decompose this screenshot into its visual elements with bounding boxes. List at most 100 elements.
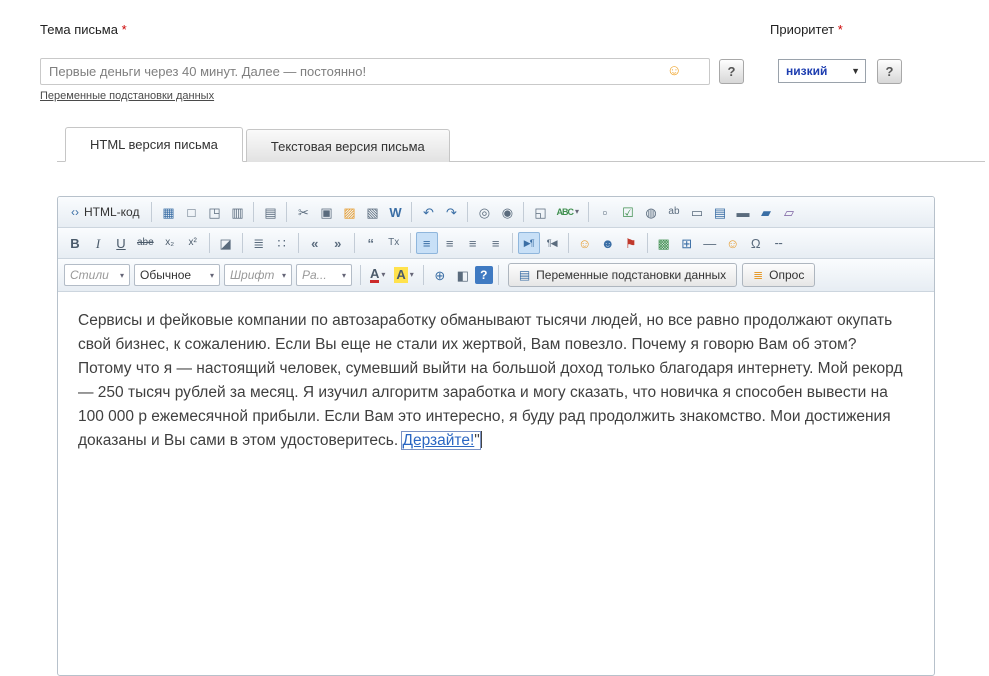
- format-dropdown[interactable]: Обычное ▾: [134, 264, 220, 286]
- image-button-field-button[interactable]: ▰: [755, 201, 777, 223]
- toolbar-separator: [208, 233, 210, 253]
- save-button[interactable]: ▦: [157, 201, 179, 223]
- copy-button[interactable]: ▣: [315, 201, 337, 223]
- required-asterisk: *: [121, 22, 127, 37]
- template-button[interactable]: ▤: [259, 201, 281, 223]
- toolbar-separator: [411, 202, 413, 222]
- insert-image-button[interactable]: ▩: [653, 232, 675, 254]
- spellcheck-label: ABC: [556, 206, 573, 217]
- align-right-button[interactable]: ≡: [462, 232, 484, 254]
- remove-format-eraser-button[interactable]: ◪: [215, 232, 237, 254]
- indent-button[interactable]: »: [327, 232, 349, 254]
- toolbar-separator: [497, 265, 499, 285]
- substitution-variables-icon: ▤: [518, 268, 531, 282]
- toolbar-separator: [646, 233, 648, 253]
- outdent-button[interactable]: «: [304, 232, 326, 254]
- priority-select[interactable]: низкий ▼: [778, 59, 866, 83]
- media-button[interactable]: ☻: [597, 232, 619, 254]
- text-color-button[interactable]: A ▾: [366, 264, 389, 286]
- subject-help-button[interactable]: ?: [719, 59, 744, 84]
- toolbar-separator: [467, 202, 469, 222]
- print-button[interactable]: ▥: [226, 201, 248, 223]
- undo-button[interactable]: ↶: [417, 201, 439, 223]
- priority-value: низкий: [786, 64, 828, 78]
- align-left-button[interactable]: ≡: [415, 232, 438, 254]
- paste-text-button[interactable]: ▧: [361, 201, 383, 223]
- underline-button[interactable]: U: [110, 232, 132, 254]
- smiley-button[interactable]: ☺: [722, 232, 744, 254]
- page-properties-button[interactable]: ◧: [452, 264, 474, 286]
- text-direction-rtl-button[interactable]: ¶◀: [541, 232, 563, 254]
- subscript-button[interactable]: x₂: [159, 232, 181, 254]
- chevron-down-icon: ▾: [574, 207, 579, 216]
- listbox-field-button[interactable]: ▤: [709, 201, 731, 223]
- spellcheck-button[interactable]: ABC ▾: [552, 201, 583, 223]
- survey-button[interactable]: ≣ Опрос: [742, 263, 816, 287]
- text-field-button[interactable]: ab: [663, 201, 685, 223]
- substitution-variables-button[interactable]: ▤ Переменные подстановки данных: [507, 263, 738, 287]
- highlight-color-button[interactable]: A ▾: [390, 264, 417, 286]
- preview-button[interactable]: ◳: [203, 201, 225, 223]
- email-body-link[interactable]: Дерзайте!: [402, 432, 474, 449]
- anchor-button[interactable]: ⊕: [429, 264, 451, 286]
- priority-label: Приоритет *: [770, 22, 843, 37]
- button-field-button[interactable]: ▬: [732, 201, 754, 223]
- show-blocks-button[interactable]: ▫: [594, 201, 616, 223]
- horizontal-rule-button[interactable]: —: [699, 232, 721, 254]
- editor-help-button[interactable]: ?: [474, 266, 493, 284]
- special-char-button[interactable]: Ω: [745, 232, 767, 254]
- font-size-dropdown[interactable]: Ра... ▾: [296, 264, 352, 286]
- find-replace-button[interactable]: ◉: [496, 201, 518, 223]
- textarea-field-button[interactable]: ▭: [686, 201, 708, 223]
- font-dropdown[interactable]: Шрифт ▾: [224, 264, 292, 286]
- bullet-list-button[interactable]: ∷: [271, 232, 293, 254]
- checkbox-field-button[interactable]: ☑: [617, 201, 639, 223]
- radio-field-button[interactable]: ◍: [640, 201, 662, 223]
- chevron-down-icon: ▾: [341, 270, 346, 280]
- ordered-list-button[interactable]: ≣: [248, 232, 270, 254]
- blockquote-button[interactable]: “: [360, 232, 382, 254]
- toolbar-separator: [241, 233, 243, 253]
- strikethrough-button[interactable]: abe: [133, 232, 158, 254]
- find-button[interactable]: ◎: [473, 201, 495, 223]
- emoji-picker-icon[interactable]: ☺: [667, 63, 682, 78]
- font-size-dropdown-value: Ра...: [302, 268, 327, 282]
- editor-content-area[interactable]: Сервисы и фейковые компании по автозараб…: [58, 292, 934, 470]
- text-caret: [480, 431, 482, 448]
- text-direction-ltr-button[interactable]: ▶¶: [517, 232, 540, 254]
- cut-button[interactable]: ✂: [292, 201, 314, 223]
- substitution-variables-link[interactable]: Переменные подстановки данных: [40, 90, 214, 102]
- toolbar-separator: [567, 233, 569, 253]
- toolbar-separator: [409, 233, 411, 253]
- paste-word-button[interactable]: W: [384, 201, 406, 223]
- italic-button[interactable]: I: [87, 232, 109, 254]
- align-center-button[interactable]: ≡: [439, 232, 461, 254]
- align-justify-button[interactable]: ≡: [485, 232, 507, 254]
- toolbar-separator: [422, 265, 424, 285]
- priority-help-button[interactable]: ?: [877, 59, 902, 84]
- toolbar-separator: [511, 233, 513, 253]
- superscript-button[interactable]: x²: [182, 232, 204, 254]
- html-code-button[interactable]: ‹› HTML-код: [64, 201, 146, 223]
- html-code-label: HTML-код: [84, 205, 140, 219]
- subject-label: Тема письма *: [40, 22, 127, 37]
- insert-table-button[interactable]: ⊞: [676, 232, 698, 254]
- paste-button[interactable]: ▨: [338, 201, 360, 223]
- text-color-icon: A: [370, 266, 380, 283]
- html-code-icon: ‹›: [71, 205, 79, 219]
- flag-spellcheck-button[interactable]: ⚑: [620, 232, 642, 254]
- chevron-down-icon: ▾: [119, 270, 124, 280]
- subject-input[interactable]: [40, 58, 710, 85]
- new-document-button[interactable]: □: [180, 201, 202, 223]
- select-all-button[interactable]: ◱: [529, 201, 551, 223]
- hidden-field-button[interactable]: ▱: [778, 201, 800, 223]
- page-break-button[interactable]: ╌: [768, 232, 790, 254]
- tab-html-version[interactable]: HTML версия письма: [65, 127, 243, 162]
- remove-format-button[interactable]: Tx: [383, 232, 405, 254]
- bold-button[interactable]: B: [64, 232, 86, 254]
- styles-dropdown[interactable]: Стили ▾: [64, 264, 130, 286]
- tab-text-version[interactable]: Текстовая версия письма: [245, 129, 450, 162]
- toolbar-row-1: ‹› HTML-код ▦ □ ◳ ▥ ▤ ✂ ▣ ▨ ▧ W ↶ ↷ ◎ ◉ …: [58, 197, 934, 228]
- redo-button[interactable]: ↷: [440, 201, 462, 223]
- emoticons-button[interactable]: ☺: [574, 232, 596, 254]
